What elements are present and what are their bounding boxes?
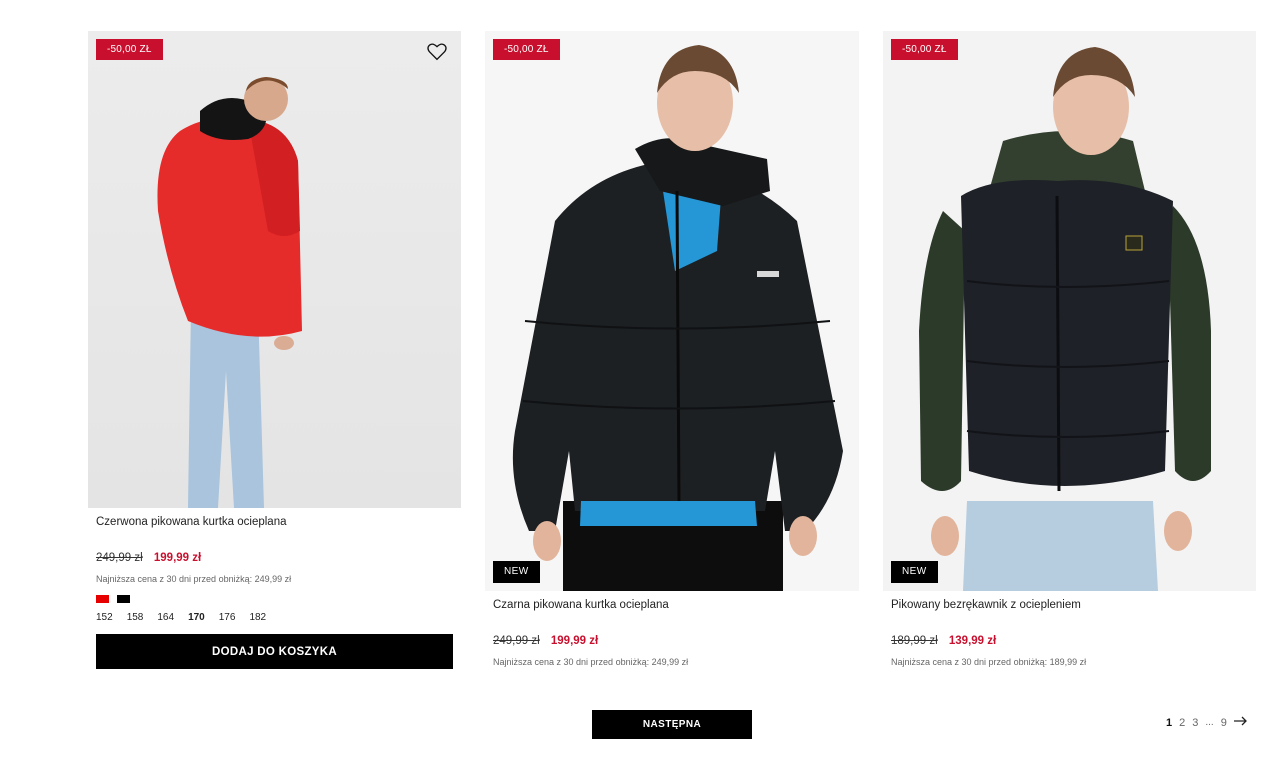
size-list: 152 158 164 170 176 182: [96, 612, 280, 623]
new-badge: NEW: [891, 561, 938, 583]
page-link-current[interactable]: 1: [1166, 717, 1172, 729]
size-option[interactable]: 164: [157, 612, 174, 623]
price-row: 249,99 zł 199,99 zł: [96, 552, 201, 564]
color-swatch-red[interactable]: [96, 595, 109, 603]
new-badge: NEW: [493, 561, 540, 583]
next-page-button[interactable]: NASTĘPNA: [592, 710, 752, 739]
lowest-price-note: Najniższa cena z 30 dni przed obniżką: 2…: [96, 574, 292, 584]
product-photo-vest: [883, 31, 1256, 591]
price-row: 189,99 zł 139,99 zł: [891, 635, 996, 647]
size-option[interactable]: 176: [219, 612, 236, 623]
product-card[interactable]: -50,00 ZŁ Czerwona pikowana kurtka ociep…: [88, 31, 461, 671]
size-option-selected[interactable]: 170: [188, 612, 205, 623]
pagination: 1 2 3 ... 9: [1166, 716, 1255, 729]
sale-price: 139,99 zł: [948, 635, 997, 647]
size-option[interactable]: 158: [127, 612, 144, 623]
lowest-price-note: Najniższa cena z 30 dni przed obniżką: 1…: [891, 657, 1087, 667]
page-link-last[interactable]: 9: [1221, 717, 1227, 729]
price-row: 249,99 zł 199,99 zł: [493, 635, 598, 647]
page-link[interactable]: 3: [1192, 717, 1198, 729]
color-swatches: [96, 595, 130, 603]
product-name[interactable]: Czarna pikowana kurtka ocieplana: [493, 599, 669, 611]
lowest-price-note: Najniższa cena z 30 dni przed obniżką: 2…: [493, 657, 689, 667]
size-option[interactable]: 182: [249, 612, 266, 623]
page-link[interactable]: 2: [1179, 717, 1185, 729]
sale-price: 199,99 zł: [153, 552, 202, 564]
size-option[interactable]: 152: [96, 612, 113, 623]
product-name[interactable]: Czerwona pikowana kurtka ocieplana: [96, 516, 287, 528]
discount-badge: -50,00 ZŁ: [96, 39, 163, 60]
product-image[interactable]: [883, 31, 1256, 591]
discount-badge: -50,00 ZŁ: [891, 39, 958, 60]
add-to-cart-button[interactable]: DODAJ DO KOSZYKA: [96, 634, 453, 669]
product-card[interactable]: -50,00 ZŁ NEW Czarna pikowana kurtka oci…: [485, 31, 859, 671]
heart-icon[interactable]: [427, 43, 449, 63]
product-name[interactable]: Pikowany bezrękawnik z ociepleniem: [891, 599, 1081, 611]
old-price: 249,99 zł: [493, 635, 540, 647]
color-swatch-black[interactable]: [117, 595, 130, 603]
product-image[interactable]: [88, 31, 461, 508]
product-image[interactable]: [485, 31, 859, 591]
product-photo-black-jacket: [485, 31, 859, 591]
old-price: 189,99 zł: [891, 635, 938, 647]
product-card[interactable]: -50,00 ZŁ NEW Pikowany bezrękawnik z oci…: [883, 31, 1256, 671]
product-photo-red-jacket: [88, 31, 461, 508]
discount-badge: -50,00 ZŁ: [493, 39, 560, 60]
pagination-ellipsis: ...: [1205, 717, 1214, 728]
arrow-right-icon[interactable]: [1233, 716, 1248, 729]
sale-price: 199,99 zł: [550, 635, 599, 647]
old-price: 249,99 zł: [96, 552, 143, 564]
